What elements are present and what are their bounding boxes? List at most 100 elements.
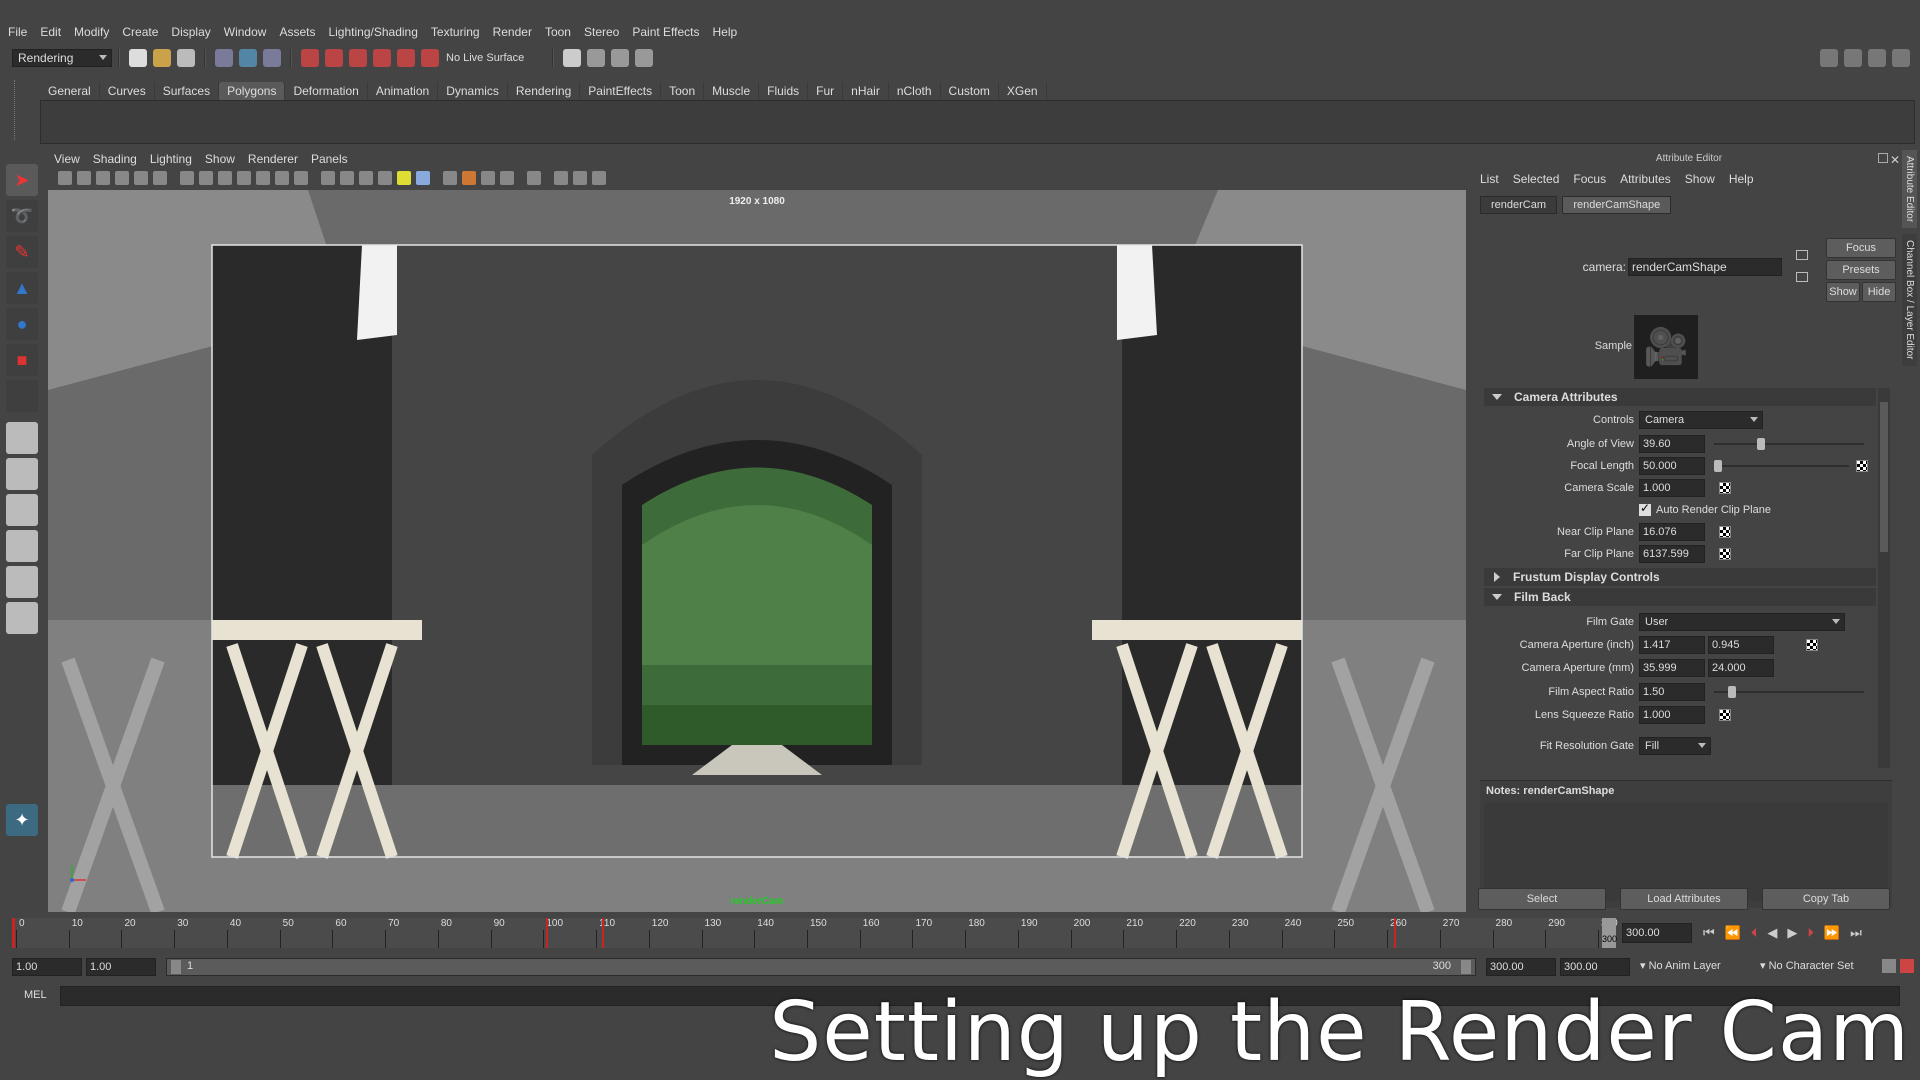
notes-textarea[interactable] <box>1484 803 1888 901</box>
hide-button[interactable]: Hide <box>1862 282 1896 302</box>
render-view-icon[interactable] <box>563 49 581 67</box>
viewport-menu-show[interactable]: Show <box>205 152 235 166</box>
snap-view-plane-icon[interactable] <box>373 49 391 67</box>
auto-render-clip-checkbox[interactable]: ✓ <box>1639 501 1651 516</box>
safe-title-icon[interactable] <box>294 171 308 185</box>
ae-scrollbar[interactable] <box>1878 388 1890 768</box>
ae-menu-attributes[interactable]: Attributes <box>1620 172 1671 186</box>
xray-joints-icon[interactable] <box>573 171 587 185</box>
shelf-tab-dynamics[interactable]: Dynamics <box>438 82 508 100</box>
step-forward-key-icon[interactable]: ⏩ <box>1824 925 1840 941</box>
shelf-tab-toon[interactable]: Toon <box>661 82 705 100</box>
output-connection-icon[interactable] <box>1796 272 1808 282</box>
film-back-header[interactable]: Film Back <box>1484 588 1876 606</box>
shelf-tab-fur[interactable]: Fur <box>808 82 844 100</box>
time-slider[interactable]: 0 10 20 30 40 50 60 70 80 90 100 110 120 130 140 150 160… <box>12 918 1618 948</box>
menu-window[interactable]: Window <box>224 25 267 39</box>
step-back-frame-icon[interactable]: ⏴ <box>1751 925 1758 941</box>
shelf-tab-rendering[interactable]: Rendering <box>508 82 581 100</box>
map-texture-icon[interactable] <box>1806 639 1818 651</box>
menu-toon[interactable]: Toon <box>545 25 571 39</box>
xray-components-icon[interactable] <box>592 171 606 185</box>
shelf-tab-polygons[interactable]: Polygons <box>219 82 286 100</box>
map-texture-icon[interactable] <box>1719 709 1731 721</box>
move-tool-icon[interactable]: ▲ <box>6 272 38 304</box>
animation-start-field[interactable]: 1.00 <box>12 958 82 976</box>
ae-menu-selected[interactable]: Selected <box>1513 172 1560 186</box>
menu-modify[interactable]: Modify <box>74 25 109 39</box>
animation-preferences-icon[interactable] <box>1900 959 1914 973</box>
step-back-key-icon[interactable]: ⏪ <box>1725 925 1741 941</box>
render-settings-icon[interactable] <box>635 49 653 67</box>
command-language-label[interactable]: MEL <box>24 989 47 1001</box>
shelf-tab-muscle[interactable]: Muscle <box>704 82 760 100</box>
gate-mask-icon[interactable] <box>237 171 251 185</box>
ae-scrollbar-thumb[interactable] <box>1880 402 1888 552</box>
layout-single-icon[interactable] <box>6 422 38 454</box>
camera-select-icon[interactable] <box>58 171 72 185</box>
layout-outliner-icon[interactable] <box>6 494 38 526</box>
bookmark-icon[interactable] <box>96 171 110 185</box>
near-clip-field[interactable]: 16.076 <box>1639 523 1705 541</box>
focus-button[interactable]: Focus <box>1826 238 1896 258</box>
tool-settings-icon[interactable] <box>1868 49 1886 67</box>
shelf-grip[interactable] <box>14 80 34 140</box>
close-icon[interactable]: ✕ <box>1890 151 1900 169</box>
focal-length-field[interactable]: 50.000 <box>1639 457 1705 475</box>
current-time-field[interactable]: 300.00 <box>1622 923 1692 943</box>
viewport-menu-shading[interactable]: Shading <box>93 152 137 166</box>
play-forward-icon[interactable]: ▶ <box>1787 925 1797 941</box>
menu-stereo[interactable]: Stereo <box>584 25 619 39</box>
go-to-end-icon[interactable]: ⏭ <box>1850 925 1862 941</box>
menu-render[interactable]: Render <box>493 25 532 39</box>
viewport-menu-renderer[interactable]: Renderer <box>248 152 298 166</box>
film-gate-icon[interactable] <box>199 171 213 185</box>
shelf-tab-ncloth[interactable]: nCloth <box>889 82 941 100</box>
shelf-tab-curves[interactable]: Curves <box>100 82 155 100</box>
layout-hypershade-icon[interactable] <box>6 566 38 598</box>
wireframe-on-shaded-icon[interactable] <box>359 171 373 185</box>
open-scene-icon[interactable] <box>153 49 171 67</box>
load-attributes-button[interactable]: Load Attributes <box>1620 888 1748 910</box>
character-set-dropdown[interactable]: ▾ No Character Set <box>1760 959 1854 972</box>
paint-select-tool-icon[interactable]: ✎ <box>6 236 38 268</box>
snap-grid-icon[interactable] <box>301 49 319 67</box>
angle-of-view-slider[interactable] <box>1714 443 1864 445</box>
shelf-tab-xgen[interactable]: XGen <box>999 82 1047 100</box>
last-tool-icon[interactable] <box>6 380 38 412</box>
map-texture-icon[interactable] <box>1719 526 1731 538</box>
range-start-handle[interactable] <box>171 960 181 974</box>
shelf-tab-painteffects[interactable]: PaintEffects <box>580 82 662 100</box>
safe-action-icon[interactable] <box>275 171 289 185</box>
range-end-handle[interactable] <box>1461 960 1471 974</box>
use-all-lights-icon[interactable] <box>397 171 411 185</box>
select-tool-icon[interactable]: ➤ <box>6 164 38 196</box>
float-icon[interactable] <box>1878 153 1888 163</box>
layout-custom-icon[interactable] <box>6 602 38 634</box>
shelf-tab-animation[interactable]: Animation <box>368 82 439 100</box>
snap-surface-icon[interactable] <box>421 49 439 67</box>
play-backward-icon[interactable]: ◀ <box>1767 925 1777 941</box>
resolution-gate-icon[interactable] <box>218 171 232 185</box>
auto-key-icon[interactable] <box>1882 959 1896 973</box>
shelf-tab-general[interactable]: General <box>40 82 100 100</box>
film-aspect-slider[interactable] <box>1714 691 1864 693</box>
ae-tab-rendercamshape[interactable]: renderCamShape <box>1562 196 1672 214</box>
shelf-tab-nhair[interactable]: nHair <box>843 82 889 100</box>
menu-edit[interactable]: Edit <box>40 25 61 39</box>
grid-icon[interactable] <box>180 171 194 185</box>
menu-help[interactable]: Help <box>713 25 738 39</box>
menu-display[interactable]: Display <box>171 25 210 39</box>
frustum-display-header[interactable]: Frustum Display Controls <box>1484 568 1876 586</box>
viewport[interactable]: 1920 x 1080 renderCam <box>48 190 1466 912</box>
select-button[interactable]: Select <box>1478 888 1606 910</box>
map-texture-icon[interactable] <box>1719 482 1731 494</box>
viewport-menu-view[interactable]: View <box>54 152 80 166</box>
render-frame-icon[interactable] <box>587 49 605 67</box>
input-connection-icon[interactable] <box>1796 250 1808 260</box>
ipr-render-icon[interactable] <box>611 49 629 67</box>
save-scene-icon[interactable] <box>177 49 195 67</box>
controls-dropdown[interactable]: Camera <box>1639 411 1763 429</box>
current-frame-marker[interactable]: 300 <box>1602 918 1617 948</box>
aperture-mm-x-field[interactable]: 35.999 <box>1639 659 1705 677</box>
